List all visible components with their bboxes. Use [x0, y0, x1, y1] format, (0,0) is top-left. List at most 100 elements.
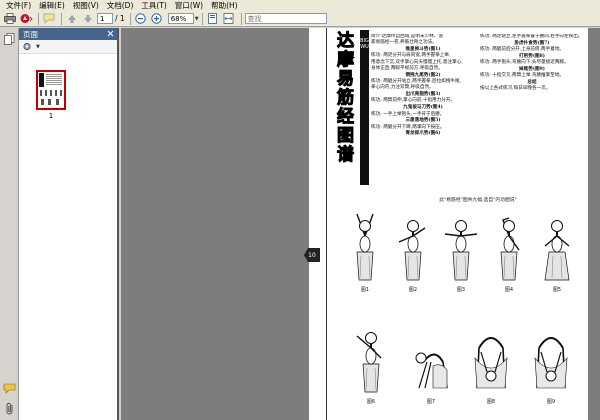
figure-label: 图7 — [426, 399, 436, 405]
exercise-figure — [393, 206, 433, 287]
zoom-input[interactable] — [167, 13, 194, 24]
paragraph: 家易筋经一卷,养筋壮骨之功法。 — [371, 40, 437, 46]
exercise-figure — [489, 206, 529, 287]
paragraph: 练功: 十指交叉,两臂上举,弯腰推掌至地。 — [480, 73, 565, 79]
next-page-button[interactable] — [81, 12, 95, 25]
menu-view[interactable]: 视图(V) — [69, 0, 103, 11]
paragraph: 练功: 两臂前伸,掌心向前,十指用力分开。 — [371, 98, 456, 104]
document-view[interactable]: 10 达 摩 易 筋 经 图 谱 BIG WU 简介:达摩传自西域,是明末少林、… — [121, 28, 600, 420]
menu-help[interactable]: 帮助(H) — [207, 0, 242, 11]
figure-label: 图4 — [504, 287, 514, 293]
pages-panel: 页面 ▼ 1 — [19, 28, 119, 420]
close-panel-button[interactable] — [107, 30, 114, 39]
side-stripe — [360, 30, 369, 185]
paragraph: 按以上各式练习,每日早晚各一次。 — [480, 86, 551, 92]
menu-tools[interactable]: 工具(T) — [137, 0, 170, 11]
fit-width-icon — [223, 13, 234, 24]
title-char: 易 — [337, 69, 355, 89]
toolbar-separator — [240, 12, 242, 25]
text-column-left: 简介:达摩传自西域,是明末少林、道 家易筋经一卷,养筋壮骨之功法。 推星换斗势(图1… — [371, 34, 475, 194]
figure-label: 图3 — [456, 287, 466, 293]
exercise-figure — [471, 318, 511, 399]
paragraph: 拳心向内,力注双臂,呼吸自然。 — [371, 85, 434, 91]
paperclip-icon — [6, 402, 12, 415]
menu-bar: 文件(F) 编辑(E) 视图(V) 文档(D) 工具(T) 窗口(W) 帮助(H… — [0, 0, 600, 11]
figure-label: 图5 — [552, 287, 562, 293]
pages-panel-toolbar: ▼ — [19, 40, 117, 54]
exercise-figure — [351, 318, 391, 399]
print-icon — [4, 13, 16, 24]
comments-nav-button[interactable] — [3, 382, 16, 395]
toolbar: / 1 ▼ — [0, 11, 600, 27]
figure-label: 图1 — [360, 287, 370, 293]
figure-label: 图2 — [408, 287, 418, 293]
page-total: / 1 — [115, 14, 125, 23]
exercise-figure — [441, 206, 481, 287]
email-button[interactable] — [19, 12, 33, 25]
search-input[interactable] — [244, 13, 327, 24]
speech-bubble-icon — [43, 13, 54, 24]
close-icon — [107, 30, 114, 36]
fit-page-icon — [208, 13, 217, 24]
figure-label: 图9 — [546, 399, 556, 405]
paragraph: 练功: 一手上举抱头,一手背于后腰。 — [371, 111, 445, 117]
options-icon — [23, 42, 31, 51]
zoom-in-button[interactable] — [150, 12, 164, 25]
zoom-out-button[interactable] — [134, 12, 148, 25]
toolbar-separator — [201, 12, 203, 25]
pages-nav-button[interactable] — [3, 32, 16, 45]
exercise-figure — [537, 206, 577, 287]
speech-bubble-icon — [3, 383, 16, 394]
menu-file[interactable]: 文件(F) — [2, 0, 35, 11]
figure-label: 图6 — [366, 399, 376, 405]
exercise-figures: 图1 图2 图3 图4 图5 图6 图7 图8 图9 — [337, 206, 587, 416]
fit-page-button[interactable] — [206, 12, 220, 25]
thumbnail-preview — [39, 73, 62, 105]
title-char: 筋 — [337, 88, 355, 108]
previous-page-edge — [309, 28, 326, 420]
exercise-figure — [531, 318, 571, 399]
toolbar-separator — [129, 12, 131, 25]
page-thumbnail[interactable] — [36, 70, 66, 110]
figure-label: 图8 — [486, 399, 496, 405]
paragraph: 练功: 两手抱头,弯腰向下,头尽量接近两膝。 — [480, 60, 569, 66]
paragraph: 练功: 两腿分开下蹲,两掌向下按压。 — [371, 124, 445, 130]
page-number-badge: 10 — [304, 248, 320, 262]
paragraph: 练功: 两足站立,左手握拳置于腰间,右手向左探出。 — [480, 34, 583, 39]
attachments-nav-button[interactable] — [3, 402, 16, 415]
options-button[interactable]: ▼ — [23, 42, 40, 51]
thumbnail-page-number: 1 — [48, 112, 54, 120]
page-title: 达 摩 易 筋 经 图 谱 — [333, 31, 358, 182]
pages-panel-header: 页面 — [19, 28, 117, 40]
previous-page-button[interactable] — [65, 12, 79, 25]
zoom-in-icon — [151, 13, 162, 24]
zoom-dropdown-icon[interactable]: ▼ — [195, 16, 199, 22]
arrow-up-icon — [68, 14, 76, 23]
print-button[interactable] — [3, 12, 17, 25]
paragraph: 练功: 两腿前后分开,上身前俯,两手着地。 — [480, 47, 565, 53]
chevron-down-icon: ▼ — [36, 43, 40, 50]
title-char: 摩 — [337, 50, 355, 70]
menu-edit[interactable]: 编辑(E) — [35, 0, 69, 11]
document-page: 达 摩 易 筋 经 图 谱 BIG WU 简介:达摩传自西域,是明末少林、道 家易… — [326, 28, 588, 420]
title-char: 达 — [337, 31, 355, 51]
acrobat-mail-icon — [20, 14, 33, 23]
section-heading: 青龙探爪势(图6) — [405, 131, 441, 137]
exercise-figure — [411, 318, 451, 399]
menu-window[interactable]: 窗口(W) — [171, 0, 207, 11]
side-label: BIG WU — [360, 38, 369, 50]
navigation-strip — [0, 28, 19, 420]
comment-button[interactable] — [42, 12, 56, 25]
title-char: 图 — [337, 126, 355, 146]
figure-caption: 此"易筋经"图共九幅,选自"内功图说" — [439, 198, 517, 203]
arrow-down-icon — [84, 14, 92, 23]
title-char: 经 — [337, 107, 355, 127]
page-number-input[interactable] — [97, 13, 113, 24]
title-char: 谱 — [337, 145, 355, 165]
paragraph: 身体正直,两眼平视前方,呼吸自然。 — [371, 65, 443, 71]
pages-icon — [4, 32, 15, 45]
toolbar-separator — [38, 12, 39, 25]
menu-document[interactable]: 文档(D) — [103, 0, 138, 11]
toolbar-separator — [61, 12, 62, 25]
fit-width-button[interactable] — [222, 12, 236, 25]
